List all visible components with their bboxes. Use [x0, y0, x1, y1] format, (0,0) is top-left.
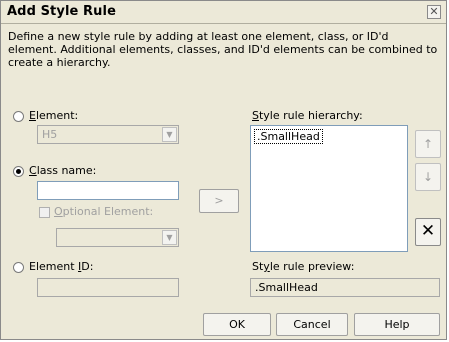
optional-element-label: Optional Element:	[54, 205, 154, 218]
element-label: Element:	[29, 109, 79, 122]
dialog-title: Add Style Rule	[7, 4, 116, 19]
hierarchy-label: Style rule hierarchy:	[252, 109, 363, 122]
delete-button[interactable]: ✕	[415, 218, 441, 246]
title-bar: Add Style Rule ✕	[1, 1, 446, 24]
arrow-up-icon: ↑	[422, 137, 434, 151]
optional-element-checkbox[interactable]	[39, 207, 50, 218]
class-name-label: Class name:	[29, 164, 97, 177]
element-dropdown-value: H5	[42, 128, 58, 141]
class-name-radio[interactable]	[13, 166, 24, 177]
add-to-hierarchy-button[interactable]: >	[199, 189, 239, 213]
element-radio[interactable]	[13, 111, 24, 122]
preview-value: .SmallHead	[255, 281, 318, 294]
optional-element-dropdown[interactable]: ▼	[56, 228, 179, 247]
element-id-label: Element ID:	[29, 260, 94, 273]
delete-x-icon: ✕	[420, 221, 436, 241]
description-text: Define a new style rule by adding at lea…	[8, 30, 438, 69]
chevron-down-icon: ▼	[162, 127, 177, 142]
class-name-input[interactable]	[37, 181, 179, 200]
preview-label: Style rule preview:	[252, 260, 355, 273]
style-rule-preview-field: .SmallHead	[250, 278, 440, 297]
move-down-button[interactable]: ↓	[415, 163, 441, 191]
list-item[interactable]: .SmallHead	[254, 129, 323, 144]
chevron-down-icon: ▼	[162, 230, 177, 245]
add-style-rule-dialog: Add Style Rule ✕ Define a new style rule…	[0, 0, 447, 340]
cancel-button[interactable]: Cancel	[276, 313, 348, 336]
hierarchy-listbox[interactable]: .SmallHead	[250, 125, 408, 252]
move-up-button[interactable]: ↑	[415, 130, 441, 158]
element-dropdown[interactable]: H5 ▼	[37, 125, 179, 144]
close-icon[interactable]: ✕	[427, 5, 441, 19]
arrow-down-icon: ↓	[422, 170, 434, 184]
help-button[interactable]: Help	[354, 313, 440, 336]
element-id-input[interactable]	[37, 278, 179, 297]
ok-button[interactable]: OK	[203, 313, 271, 336]
element-id-radio[interactable]	[13, 262, 24, 273]
